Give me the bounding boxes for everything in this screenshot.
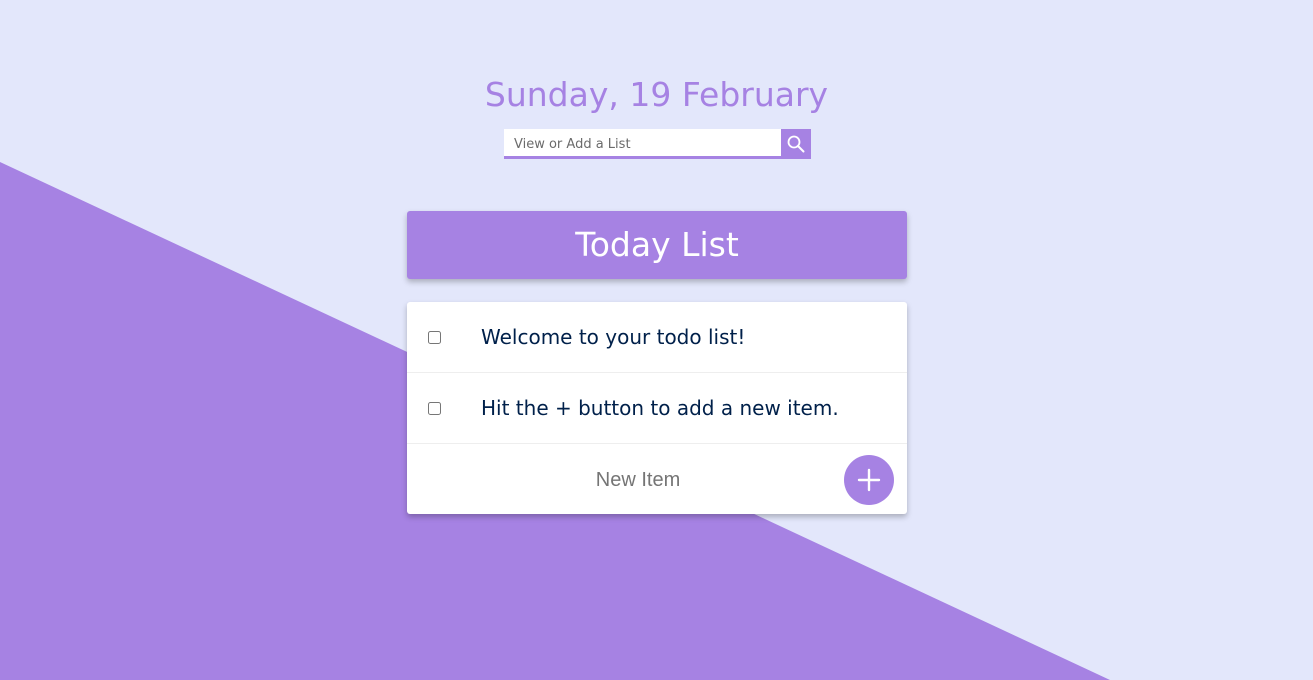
page: Sunday, 19 February Today List Welcome t… <box>0 0 1313 680</box>
date-heading: Sunday, 19 February <box>484 75 829 114</box>
todo-checkbox[interactable] <box>428 402 441 415</box>
todo-item: Welcome to your todo list! <box>407 302 907 373</box>
search-button[interactable] <box>781 129 811 159</box>
list-title: Today List <box>575 225 739 264</box>
add-item-button[interactable] <box>844 455 894 505</box>
search-icon <box>787 135 805 153</box>
list-search-input[interactable] <box>504 129 781 159</box>
todo-text: Hit the + button to add a new item. <box>481 396 839 420</box>
new-item-input[interactable] <box>481 457 795 503</box>
todo-text: Welcome to your todo list! <box>481 325 746 349</box>
todo-checkbox[interactable] <box>428 331 441 344</box>
todo-list: Welcome to your todo list! Hit the + but… <box>407 302 907 514</box>
list-header: Today List <box>407 211 907 279</box>
todo-item: Hit the + button to add a new item. <box>407 373 907 444</box>
list-search-form <box>504 129 811 159</box>
plus-icon <box>857 468 881 492</box>
new-item-row <box>407 444 907 514</box>
